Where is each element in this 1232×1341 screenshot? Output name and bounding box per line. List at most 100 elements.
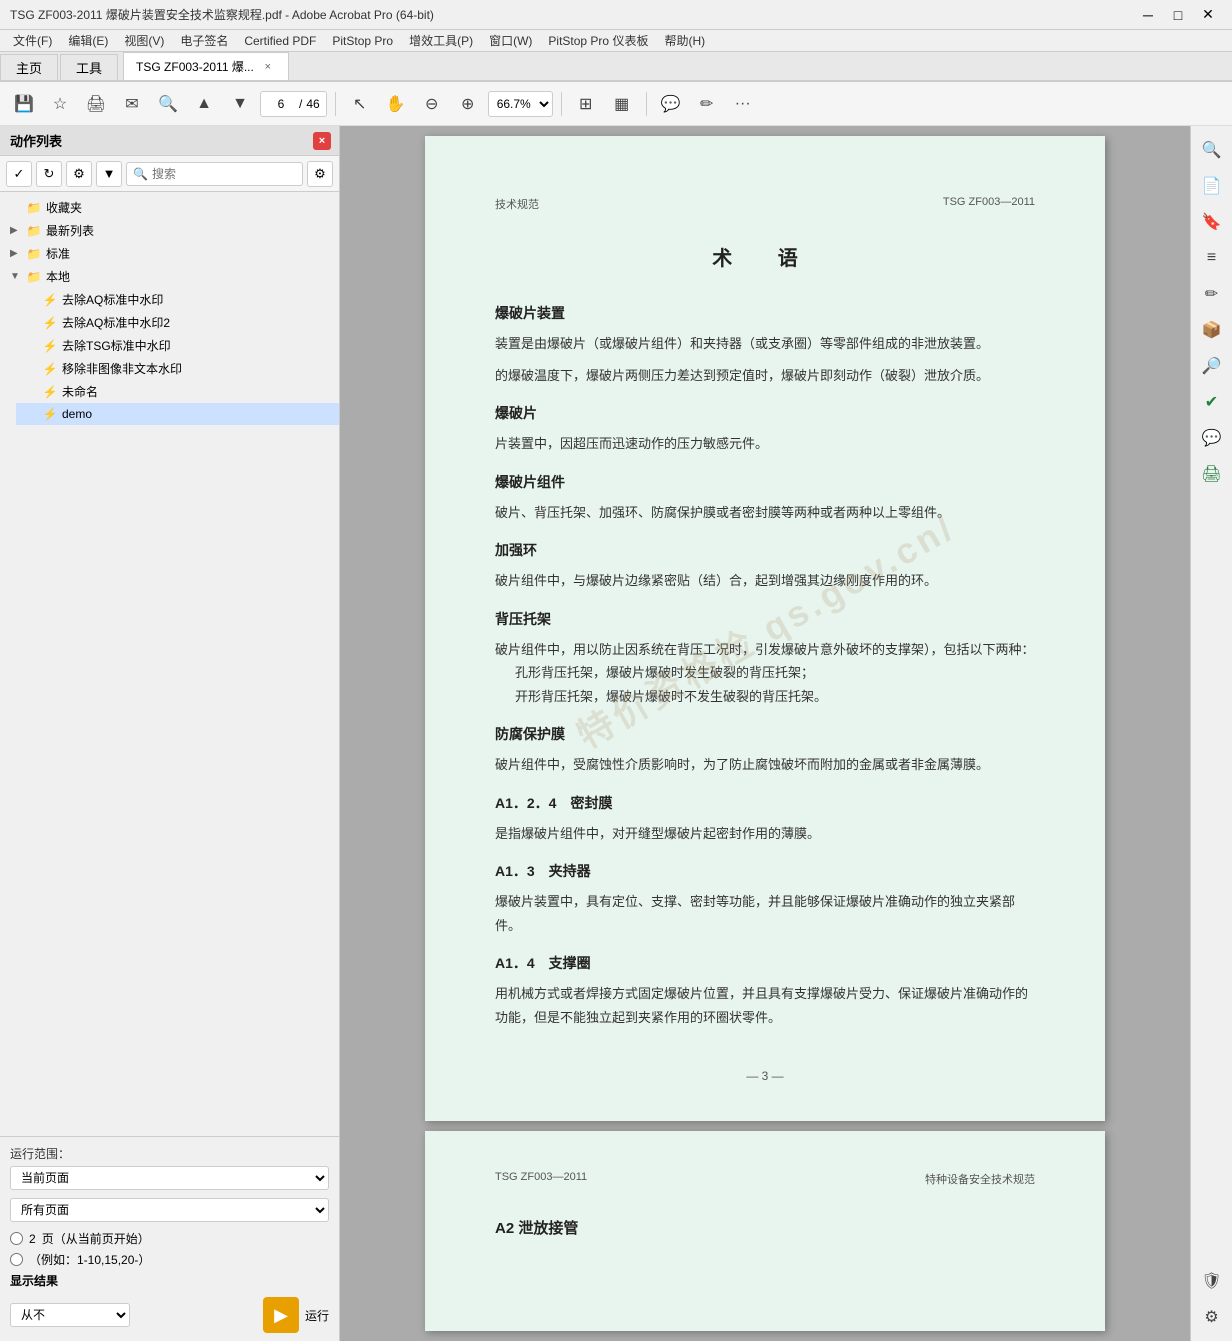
- content-a11: 装置是由爆破片（或爆破片组件）和夹持器（或支承圈）等零部件组成的非泄放装置。: [495, 332, 1035, 355]
- pages-select[interactable]: 所有页面: [10, 1198, 329, 1222]
- right-content-btn[interactable]: ≡: [1196, 242, 1228, 274]
- scope-label: 运行范围：: [10, 1145, 329, 1162]
- tree-label-demo: demo: [62, 407, 92, 421]
- scope-select[interactable]: 当前页面 所有页面 选定页面: [10, 1166, 329, 1190]
- bookmark-toolbar-btn[interactable]: ☆: [44, 88, 76, 120]
- tree-item-nonimage[interactable]: ⚡ 移除非图像非文本水印: [16, 357, 339, 380]
- minimize-btn[interactable]: ─: [1134, 4, 1162, 26]
- comment-toolbar-btn[interactable]: 💬: [655, 88, 687, 120]
- display-select[interactable]: 从不 始终 出错时: [10, 1303, 130, 1327]
- tab-home[interactable]: 主页: [0, 54, 58, 80]
- page-input[interactable]: [267, 97, 295, 111]
- prev-page-btn[interactable]: ▲: [188, 88, 220, 120]
- save-btn[interactable]: 💾: [8, 88, 40, 120]
- right-settings-btn[interactable]: ⚙: [1196, 1301, 1228, 1333]
- action-icon-aq2: ⚡: [42, 315, 58, 331]
- layout-btn[interactable]: ▦: [606, 88, 638, 120]
- panel-close-btn[interactable]: ×: [313, 132, 331, 150]
- tree-item-local[interactable]: ▼ 📁 本地: [0, 265, 339, 288]
- run-button[interactable]: ▶: [263, 1297, 299, 1333]
- tree-item-aq2[interactable]: ⚡ 去除AQ标准中水印2: [16, 311, 339, 334]
- panel-filter-btn[interactable]: ▼: [96, 161, 122, 187]
- pdf-viewer[interactable]: 特价资格检 qs.gov.cn/ 技术规范 TSG ZF003—2011 术 语…: [340, 126, 1190, 1341]
- panel-search-input[interactable]: [152, 167, 296, 181]
- menu-pitstop[interactable]: PitStop Pro: [324, 32, 401, 50]
- page-separator: /: [299, 97, 302, 111]
- tree-label-aq2: 去除AQ标准中水印2: [62, 314, 170, 331]
- menu-edit[interactable]: 编辑(E): [60, 30, 116, 51]
- content-fbhm: 破片组件中，受腐蚀性介质影响时，为了防止腐蚀破坏而附加的金属或者非金属薄膜。: [495, 753, 1035, 776]
- tree-item-recent[interactable]: ▶ 📁 最新列表: [0, 219, 339, 242]
- pen-btn[interactable]: ✏: [691, 88, 723, 120]
- menu-sign[interactable]: 电子签名: [172, 30, 236, 51]
- zoom-out-btn[interactable]: 🔍: [152, 88, 184, 120]
- action-icon-demo: ⚡: [42, 406, 58, 422]
- pdf-header-right: TSG ZF003—2011: [943, 196, 1035, 212]
- menu-pitstop-dash[interactable]: PitStop Pro 仪表板: [540, 30, 656, 51]
- panel-check-btn[interactable]: ✓: [6, 161, 32, 187]
- tree-item-demo[interactable]: ⚡ demo: [16, 403, 339, 425]
- radio-pages-count[interactable]: [10, 1232, 23, 1245]
- menu-view[interactable]: 视图(V): [116, 30, 172, 51]
- right-search-btn[interactable]: 🔍: [1196, 134, 1228, 166]
- right-check-btn[interactable]: ✔: [1196, 386, 1228, 418]
- right-comment-btn[interactable]: 💬: [1196, 422, 1228, 454]
- page-navigator: / 46: [260, 91, 327, 117]
- right-shield-btn[interactable]: 🛡: [1196, 1265, 1228, 1297]
- grid-btn[interactable]: ⊞: [570, 88, 602, 120]
- zoom-plus-btn[interactable]: ⊕: [452, 88, 484, 120]
- select-tool-btn[interactable]: ↖: [344, 88, 376, 120]
- tab-document[interactable]: TSG ZF003-2011 爆... ×: [123, 52, 289, 80]
- tree-item-favorites[interactable]: 📁 收藏夹: [0, 196, 339, 219]
- tree-item-standard[interactable]: ▶ 📁 标准: [0, 242, 339, 265]
- panel-settings-btn[interactable]: ⚙: [307, 161, 333, 187]
- zoom-minus-btn[interactable]: ⊖: [416, 88, 448, 120]
- tab-close-btn[interactable]: ×: [260, 59, 276, 75]
- content-bytj2: 开形背压托架，爆破片爆破时不发生破裂的背压托架。: [515, 685, 1035, 708]
- pdf-header-left: 技术规范: [495, 196, 539, 212]
- content-a11b: 的爆破温度下，爆破片两侧压力差达到预定值时，爆破片即刻动作（破裂）泄放介质。: [495, 364, 1035, 387]
- radio-custom-range[interactable]: [10, 1253, 23, 1266]
- content-bp: 片装置中，因超压而迅速动作的压力敏感元件。: [495, 432, 1035, 455]
- app-title: TSG ZF003-2011 爆破片装置安全技术监察规程.pdf - Adobe…: [10, 6, 434, 23]
- tree-item-unnamed[interactable]: ⚡ 未命名: [16, 380, 339, 403]
- pdf-title: 术 语: [495, 242, 1035, 271]
- tab-tools[interactable]: 工具: [60, 54, 118, 80]
- close-btn[interactable]: ✕: [1194, 4, 1222, 26]
- menu-window[interactable]: 窗口(W): [481, 30, 540, 51]
- more-btn[interactable]: ···: [727, 88, 759, 120]
- pdf-p2-section: A2 泄放接管: [495, 1217, 1035, 1238]
- search-icon: 🔍: [133, 167, 148, 181]
- panel-gear-btn[interactable]: ⚙: [66, 161, 92, 187]
- pdf-page-num-1: — 3 —: [495, 1069, 1035, 1083]
- pdf-p2-header-left: TSG ZF003—2011: [495, 1171, 587, 1187]
- menu-certified[interactable]: Certified PDF: [236, 32, 324, 50]
- panel-refresh-btn[interactable]: ↻: [36, 161, 62, 187]
- zoom-select[interactable]: 66.7% 50% 75% 100% 125% 150%: [488, 91, 553, 117]
- run-label: 运行: [305, 1307, 329, 1324]
- folder-icon-local: 📁: [26, 269, 42, 285]
- section-title-jqh: 加强环: [495, 538, 1035, 563]
- hand-tool-btn[interactable]: ✋: [380, 88, 412, 120]
- right-print-btn[interactable]: 🖨: [1196, 458, 1228, 490]
- next-page-btn[interactable]: ▼: [224, 88, 256, 120]
- section-title-a11: 爆破片装置: [495, 301, 1035, 326]
- right-edit-btn[interactable]: ✏: [1196, 278, 1228, 310]
- print-toolbar-btn[interactable]: 🖨: [80, 88, 112, 120]
- tree-item-aq1[interactable]: ⚡ 去除AQ标准中水印: [16, 288, 339, 311]
- right-page-btn[interactable]: 📄: [1196, 170, 1228, 202]
- right-search2-btn[interactable]: 🔎: [1196, 350, 1228, 382]
- restore-btn[interactable]: □: [1164, 4, 1192, 26]
- tree-item-tsg[interactable]: ⚡ 去除TSG标准中水印: [16, 334, 339, 357]
- content-a14: 用机械方式或者焊接方式固定爆破片位置，并且具有支撑爆破片受力、保证爆破片准确动作…: [495, 982, 1035, 1029]
- right-bookmark-btn[interactable]: 🔖: [1196, 206, 1228, 238]
- folder-icon-favorites: 📁: [26, 200, 42, 216]
- section-title-bp: 爆破片: [495, 401, 1035, 426]
- menu-file[interactable]: 文件(F): [5, 30, 60, 51]
- panel-search-box[interactable]: 🔍: [126, 162, 303, 186]
- mail-btn[interactable]: ✉: [116, 88, 148, 120]
- action-list-panel: 动作列表 × ✓ ↻ ⚙ ▼ 🔍 ⚙ 📁 收藏夹 ▶ 📁: [0, 126, 340, 1341]
- menu-enhance[interactable]: 增效工具(P): [401, 30, 481, 51]
- right-export-btn[interactable]: 📦: [1196, 314, 1228, 346]
- menu-help[interactable]: 帮助(H): [656, 30, 713, 51]
